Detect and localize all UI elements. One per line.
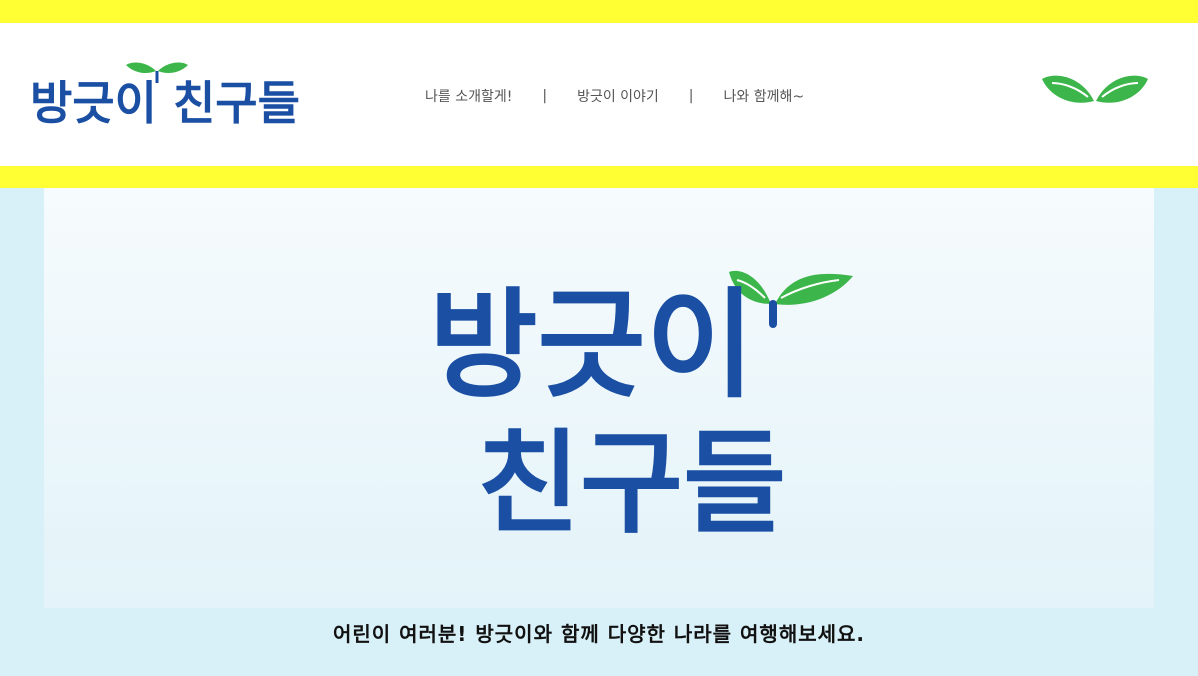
hero-caption: 어린이 여러분! 방긋이와 함께 다양한 나라를 여행해보세요. — [332, 622, 866, 646]
hero-panel: 방긋이 친구들 — [44, 188, 1154, 608]
nav-separator: | — [542, 88, 548, 104]
header-bottom-accent-bar — [0, 166, 1198, 188]
main-nav: 나를 소개할게! | 방긋이 이야기 | 나와 함께해~ — [425, 86, 804, 106]
nav-separator: | — [688, 88, 694, 104]
site-header: 방긋이 친구들 나를 소개할게! | 방긋이 이야기 | 나와 함께해~ — [0, 23, 1198, 166]
hero-section: 방긋이 친구들 어린이 여러분! 방긋이와 함께 다양한 나라를 여행해보세요. — [0, 188, 1198, 676]
site-logo[interactable]: 방긋이 친구들 — [28, 53, 318, 133]
hero-logo-line1: 방긋이 — [429, 276, 755, 414]
hero-logo: 방긋이 친구들 — [429, 270, 853, 549]
nav-item-story[interactable]: 방긋이 이야기 — [577, 86, 659, 106]
leaf-sprout-icon — [1042, 75, 1148, 103]
logo-text: 방긋이 친구들 — [30, 76, 300, 130]
top-accent-bar — [0, 0, 1198, 23]
nav-item-introduce[interactable]: 나를 소개할게! — [425, 86, 512, 106]
hero-logo-line2: 친구들 — [477, 419, 786, 549]
nav-item-together[interactable]: 나와 함께해~ — [724, 86, 805, 106]
